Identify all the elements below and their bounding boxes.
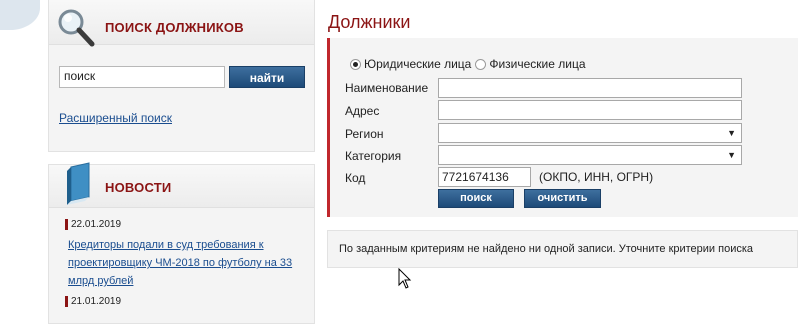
address-field[interactable] bbox=[438, 100, 742, 120]
radio-individuals-label[interactable]: Физические лица bbox=[489, 57, 585, 71]
search-panel-header: ПОИСК ДОЛЖНИКОВ bbox=[49, 0, 314, 47]
page-title: Должники bbox=[328, 12, 411, 32]
radio-legal-entities[interactable] bbox=[350, 58, 361, 70]
clear-button[interactable]: очистить bbox=[524, 189, 601, 208]
search-panel: ПОИСК ДОЛЖНИКОВ поиск найти Расширенный … bbox=[48, 0, 315, 152]
chevron-down-icon: ▼ bbox=[727, 150, 736, 160]
left-sidebar: ПОИСК ДОЛЖНИКОВ поиск найти Расширенный … bbox=[48, 0, 315, 324]
advanced-search-link[interactable]: Расширенный поиск bbox=[59, 111, 172, 125]
news-panel: НОВОСТИ 22.01.2019 Кредиторы подали в су… bbox=[48, 162, 315, 324]
corner-decoration bbox=[0, 0, 40, 30]
entity-type-radio-group: Юридические лица Физические лица bbox=[350, 57, 590, 71]
radio-individuals[interactable] bbox=[475, 58, 487, 70]
category-field-label: Категория bbox=[345, 149, 402, 163]
no-results-box: По заданным критериям не найдено ни одно… bbox=[327, 230, 798, 268]
radio-legal-entities-label[interactable]: Юридические лица bbox=[364, 57, 471, 71]
name-field-label: Наименование bbox=[345, 81, 429, 95]
news-panel-title: НОВОСТИ bbox=[105, 180, 172, 195]
code-field-hint: (ОКПО, ИНН, ОГРН) bbox=[539, 170, 654, 184]
book-icon bbox=[67, 162, 90, 205]
chevron-down-icon: ▼ bbox=[727, 128, 736, 138]
address-field-label: Адрес bbox=[345, 104, 380, 118]
name-field[interactable] bbox=[438, 78, 742, 98]
region-field-label: Регион bbox=[345, 127, 384, 141]
region-select[interactable]: ▼ bbox=[438, 123, 742, 143]
search-panel-title: ПОИСК ДОЛЖНИКОВ bbox=[105, 20, 244, 35]
find-button[interactable]: поиск bbox=[438, 189, 514, 208]
search-input[interactable]: поиск bbox=[59, 66, 225, 88]
mouse-cursor-icon bbox=[398, 268, 412, 289]
magnifier-icon bbox=[58, 9, 95, 47]
code-field[interactable]: 7721674136 bbox=[438, 167, 531, 187]
news-date: 22.01.2019 bbox=[65, 219, 301, 230]
news-date: 21.01.2019 bbox=[65, 296, 301, 307]
news-item-link[interactable]: Кредиторы подали в суд требования к прое… bbox=[68, 236, 301, 290]
news-list: 22.01.2019 Кредиторы подали в суд требов… bbox=[65, 219, 301, 307]
search-button[interactable]: найти bbox=[229, 66, 305, 88]
no-results-message: По заданным критериям не найдено ни одно… bbox=[339, 243, 754, 255]
news-panel-header: НОВОСТИ bbox=[49, 162, 314, 208]
code-field-label: Код bbox=[345, 171, 366, 185]
category-select[interactable]: ▼ bbox=[438, 145, 742, 165]
